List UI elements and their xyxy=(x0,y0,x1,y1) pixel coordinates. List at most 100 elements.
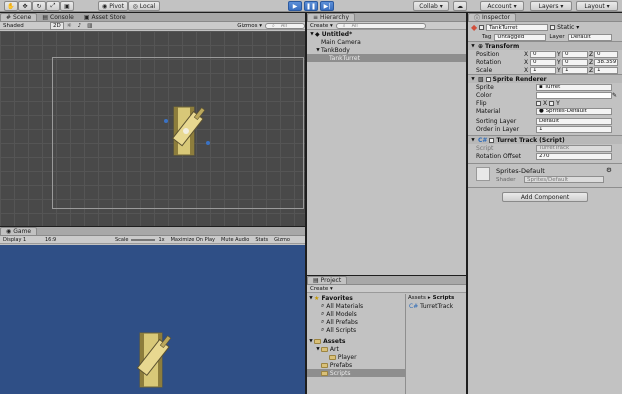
account-dropdown[interactable]: Account ▾ xyxy=(480,1,524,11)
tab-console[interactable]: ▤ Console xyxy=(37,13,79,21)
expand-arrow-icon[interactable]: ▼ xyxy=(470,138,476,143)
tab-hierarchy[interactable]: ≡ Hierarchy xyxy=(307,13,356,21)
inspector-tabbar: ⓘ Inspector xyxy=(468,13,622,22)
rotate-tool-icon[interactable]: ↻ xyxy=(32,1,46,11)
sorting-layer-dropdown[interactable]: Default xyxy=(536,117,612,125)
flip-x-label: X xyxy=(543,99,548,107)
material-field[interactable]: ● Sprites-Default xyxy=(536,107,612,115)
sprite-renderer-header[interactable]: ▼ ▧ Sprite Renderer xyxy=(468,74,622,83)
game-viewport[interactable] xyxy=(0,245,305,394)
mute-audio-toggle[interactable]: Mute Audio xyxy=(218,237,252,243)
audio-icon[interactable]: ♪ xyxy=(75,23,85,29)
stats-toggle[interactable]: Stats xyxy=(252,237,271,243)
layers-dropdown[interactable]: Layers ▾ xyxy=(530,1,572,11)
project-file-item[interactable]: C# TurretTrack xyxy=(406,302,466,310)
asset-folder-row[interactable]: ▼ Art xyxy=(307,345,405,353)
rotation-x-field[interactable]: 0 xyxy=(530,58,556,66)
rotation-offset-field[interactable]: 270 xyxy=(536,152,612,160)
tab-scene[interactable]: # Scene xyxy=(0,13,38,21)
asset-folder-row[interactable]: Prefabs xyxy=(307,361,405,369)
breadcrumb-root[interactable]: Assets xyxy=(408,295,426,301)
store-icon: ▣ xyxy=(83,13,90,21)
eyedropper-icon[interactable]: ✎ xyxy=(612,92,617,99)
move-tool-icon[interactable]: ✥ xyxy=(18,1,32,11)
maximize-on-play-toggle[interactable]: Maximize On Play xyxy=(168,237,218,243)
scale-x-field[interactable]: 1 xyxy=(530,66,556,74)
cloud-button[interactable]: ☁ xyxy=(453,1,467,11)
asset-folder-row[interactable]: Player xyxy=(307,353,405,361)
tab-project[interactable]: ▤ Project xyxy=(307,276,348,284)
step-button[interactable]: ▶| xyxy=(320,1,334,11)
rotation-y-field[interactable]: 0 xyxy=(562,58,588,66)
favorite-item[interactable]: ⌕ All Prefabs xyxy=(307,318,405,326)
static-checkbox[interactable] xyxy=(550,25,556,30)
turret-track-header[interactable]: ▼ C# Turret Track (Script) xyxy=(468,135,622,144)
scale-tool-icon[interactable]: ⤢ xyxy=(46,1,60,11)
order-in-layer-field[interactable]: 1 xyxy=(536,125,612,133)
hierarchy-item-main-camera[interactable]: Main Camera xyxy=(307,38,466,46)
project-create-dropdown[interactable]: Create ▾ xyxy=(307,286,336,292)
rotation-z-field[interactable]: 38.359 xyxy=(594,58,618,66)
scale-slider[interactable] xyxy=(131,238,156,241)
shading-dropdown[interactable]: Shaded xyxy=(0,23,50,29)
transform-header[interactable]: ▼ ⊕ Transform xyxy=(468,41,622,50)
expand-arrow-icon[interactable]: ▼ xyxy=(470,77,476,82)
tab-game[interactable]: ◉ Game xyxy=(0,227,38,235)
active-checkbox[interactable] xyxy=(479,25,485,30)
expand-arrow-icon[interactable]: ▼ xyxy=(470,44,476,49)
scale-z-field[interactable]: 1 xyxy=(594,66,618,74)
hierarchy-create-dropdown[interactable]: Create ▾ xyxy=(307,23,336,29)
assets-row[interactable]: ▼ Assets xyxy=(307,337,405,345)
rect-tool-icon[interactable]: ▣ xyxy=(60,1,74,11)
transform-title: Transform xyxy=(485,42,520,50)
favorites-row[interactable]: ▼ ★ Favorites xyxy=(307,294,405,302)
position-z-field[interactable]: 0 xyxy=(594,50,618,58)
breadcrumb-leaf[interactable]: Scripts xyxy=(433,295,455,301)
add-component-button[interactable]: Add Component xyxy=(502,192,588,202)
sprite-field[interactable]: ▪ Turret xyxy=(536,83,612,91)
flip-y-checkbox[interactable] xyxy=(549,100,555,106)
tab-inspector[interactable]: ⓘ Inspector xyxy=(468,13,517,22)
layer-label: Layer xyxy=(549,34,565,40)
scene-root-row[interactable]: ▼ ◆ Untitled* xyxy=(307,30,466,38)
effects-icon[interactable]: ▥ xyxy=(84,23,95,29)
position-x-field[interactable]: 0 xyxy=(530,50,556,58)
favorite-item[interactable]: ⌕ All Scripts xyxy=(307,326,405,334)
tag-dropdown[interactable]: Untagged xyxy=(494,33,547,41)
shader-dropdown[interactable]: Sprites/Default xyxy=(524,176,604,183)
tab-asset-store[interactable]: ▣ Asset Store xyxy=(79,13,131,21)
scale-y-field[interactable]: 1 xyxy=(562,66,588,74)
collab-dropdown[interactable]: Collab ▾ xyxy=(413,1,449,11)
layer-dropdown[interactable]: Default xyxy=(567,33,612,41)
object-name-field[interactable]: TankTurret xyxy=(486,24,549,31)
aspect-dropdown[interactable]: 16:9 xyxy=(42,237,112,243)
layout-dropdown[interactable]: Layout ▾ xyxy=(576,1,618,11)
game-gizmos-dropdown[interactable]: Gizmo xyxy=(271,237,293,243)
sprite-renderer-enabled-checkbox[interactable] xyxy=(485,76,491,82)
scene-search-input[interactable]: ⌕ All xyxy=(265,22,305,29)
position-y-field[interactable]: 0 xyxy=(562,50,588,58)
pivot-toggle[interactable]: ◉ Pivot xyxy=(98,1,128,11)
hierarchy-item-tankturret[interactable]: TankTurret xyxy=(307,54,466,62)
scene-viewport[interactable] xyxy=(0,31,305,226)
gizmos-dropdown[interactable]: Gizmos ▾ xyxy=(234,23,265,29)
flip-x-checkbox[interactable] xyxy=(536,100,541,106)
pause-button[interactable]: ❚❚ xyxy=(304,1,318,11)
color-field[interactable] xyxy=(536,91,612,99)
local-toggle[interactable]: ◎ Local xyxy=(128,1,160,11)
static-dropdown[interactable]: Static ▾ xyxy=(557,24,579,31)
display-dropdown[interactable]: Display 1 xyxy=(0,237,42,243)
sprite-value: Turret xyxy=(544,84,561,90)
hierarchy-item-tankbody[interactable]: ▼ TankBody xyxy=(307,46,466,54)
favorite-item[interactable]: ⌕ All Materials xyxy=(307,302,405,310)
tank-scene-sprite[interactable] xyxy=(160,101,212,165)
lighting-icon[interactable]: ☼ xyxy=(64,23,75,29)
mode-2d-toggle[interactable]: 2D xyxy=(50,21,64,30)
favorite-item[interactable]: ⌕ All Models xyxy=(307,310,405,318)
asset-folder-row[interactable]: Scripts xyxy=(307,369,405,377)
hierarchy-search-input[interactable]: ⌕ All xyxy=(335,22,426,29)
settings-gear-icon[interactable]: ⚙ xyxy=(606,166,612,174)
play-button[interactable]: ▶ xyxy=(288,1,302,11)
hand-tool-icon[interactable]: ✋ xyxy=(4,1,18,11)
turret-track-enabled-checkbox[interactable] xyxy=(489,137,495,143)
